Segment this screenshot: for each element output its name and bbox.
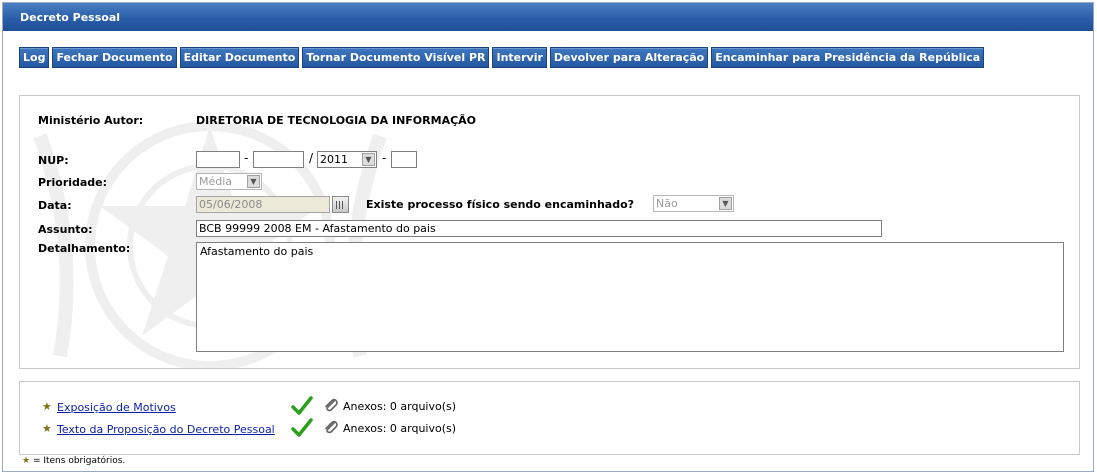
processo-fisico-select[interactable]: Não ▼ xyxy=(653,195,734,212)
nup-field-2[interactable] xyxy=(253,151,304,168)
calendar-icon[interactable] xyxy=(332,196,349,213)
check-icon xyxy=(291,418,313,437)
processo-fisico-label: Existe processo físico sendo encaminhado… xyxy=(366,198,635,211)
nup-label: NUP: xyxy=(38,154,69,167)
nup-slash: / xyxy=(309,151,314,165)
nup-year-select[interactable]: 2011 ▼ xyxy=(317,151,377,168)
texto-proposicao-link[interactable]: Texto da Proposição do Decreto Pessoal xyxy=(57,423,275,436)
processo-fisico-value: Não xyxy=(656,197,678,210)
ministerio-value: DIRETORIA DE TECNOLOGIA DA INFORMAÇÃO xyxy=(196,114,477,127)
prioridade-label: Prioridade: xyxy=(38,176,108,189)
toolbar: Log Fechar Documento Editar Documento To… xyxy=(19,47,985,68)
required-legend: ★ = Itens obrigatórios. xyxy=(22,456,125,466)
assunto-field[interactable]: BCB 99999 2008 EM - Afastamento do pais xyxy=(196,220,882,237)
required-star-icon: ★ xyxy=(42,422,52,435)
intervir-button[interactable]: Intervir xyxy=(492,47,547,68)
prioridade-select[interactable]: Média ▼ xyxy=(196,173,262,190)
anexos-count: Anexos: 0 arquivo(s) xyxy=(343,400,457,413)
log-button[interactable]: Log xyxy=(19,47,50,68)
check-icon xyxy=(291,396,313,415)
nup-field-4[interactable] xyxy=(391,151,417,168)
devolver-button[interactable]: Devolver para Alteração xyxy=(549,47,709,68)
assunto-label: Assunto: xyxy=(38,223,93,236)
paperclip-icon[interactable] xyxy=(323,419,339,435)
window-title: Decreto Pessoal xyxy=(3,3,1093,31)
chevron-down-icon: ▼ xyxy=(719,197,732,210)
required-legend-text: = Itens obrigatórios. xyxy=(30,456,126,466)
ministerio-label: Ministério Autor: xyxy=(38,114,144,127)
paperclip-icon[interactable] xyxy=(323,397,339,413)
nup-dash-1: - xyxy=(244,151,249,165)
attachments-panel: ★ Exposição de Motivos Anexos: 0 arquivo… xyxy=(19,381,1080,455)
data-field[interactable]: 05/06/2008 xyxy=(196,196,330,213)
detalhamento-label: Detalhamento: xyxy=(38,242,131,255)
chevron-down-icon: ▼ xyxy=(247,175,260,188)
star-icon: ★ xyxy=(22,456,31,466)
prioridade-value: Média xyxy=(199,175,233,188)
fechar-documento-button[interactable]: Fechar Documento xyxy=(52,47,177,68)
exposicao-motivos-link[interactable]: Exposição de Motivos xyxy=(57,401,176,414)
anexos-count: Anexos: 0 arquivo(s) xyxy=(343,422,457,435)
data-label: Data: xyxy=(38,199,72,212)
detalhamento-textarea[interactable]: Afastamento do pais xyxy=(196,242,1064,352)
chevron-down-icon: ▼ xyxy=(362,153,375,166)
editar-documento-button[interactable]: Editar Documento xyxy=(179,47,300,68)
nup-year-value: 2011 xyxy=(320,153,348,166)
tornar-visivel-button[interactable]: Tornar Documento Visível PR xyxy=(302,47,490,68)
document-form-panel: Ministério Autor: DIRETORIA DE TECNOLOGI… xyxy=(19,95,1080,369)
nup-dash-2: - xyxy=(382,151,387,165)
nup-field-1[interactable] xyxy=(196,151,240,168)
required-star-icon: ★ xyxy=(42,400,52,413)
encaminhar-button[interactable]: Encaminhar para Presidência da República xyxy=(711,47,985,68)
